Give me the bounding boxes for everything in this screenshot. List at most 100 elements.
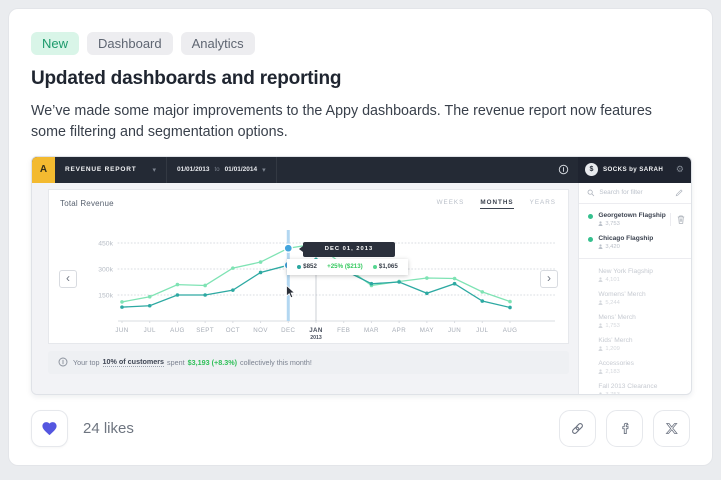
tooltip-value-a: $852 [303, 263, 317, 270]
series-mint-dot [373, 265, 377, 269]
chevron-down-icon: ▾ [152, 166, 156, 174]
svg-text:150k: 150k [98, 292, 113, 299]
pencil-icon[interactable] [675, 189, 683, 197]
svg-text:300k: 300k [98, 266, 113, 273]
person-icon [598, 221, 603, 226]
store-metric: 3,753 [598, 221, 665, 227]
svg-text:OCT: OCT [226, 327, 240, 334]
person-icon [598, 323, 603, 328]
series-teal-dot [297, 265, 301, 269]
person-icon [598, 346, 603, 351]
chart-prev-button[interactable]: ‹ [59, 270, 77, 288]
share-x-button[interactable] [653, 410, 690, 447]
search-icon [587, 189, 595, 197]
post-body: We’ve made some major improvements to th… [31, 101, 690, 144]
gear-icon[interactable]: ⚙ [676, 165, 684, 174]
active-dot [588, 237, 593, 242]
banner-prefix: Your top [73, 358, 100, 367]
svg-text:2013: 2013 [310, 335, 322, 341]
store-list-item[interactable]: Mens’ Merch 1,753 [579, 310, 691, 333]
info-icon [58, 357, 68, 367]
trash-icon[interactable] [670, 213, 685, 226]
store-list-item[interactable]: Womens’ Merch 5,244 [579, 287, 691, 310]
share-buttons [559, 410, 690, 447]
like-button[interactable] [31, 410, 68, 447]
svg-text:SEPT: SEPT [196, 327, 214, 334]
store-metric: 5,244 [598, 300, 645, 306]
banner-suffix: collectively this month! [240, 358, 312, 367]
store-name: Mens’ Merch [598, 314, 636, 321]
svg-text:FEB: FEB [337, 327, 350, 334]
active-dot [588, 214, 593, 219]
search-placeholder: Search for filter [599, 189, 671, 196]
dashboard-screenshot: A REVENUE REPORT ▾ 01/01/2013 to 01/01/2… [31, 156, 692, 395]
person-icon [598, 300, 603, 305]
date-connector: to [215, 167, 220, 173]
date-start: 01/01/2013 [177, 166, 210, 173]
tag-list: New Dashboard Analytics [31, 32, 690, 55]
svg-text:JUN: JUN [115, 327, 128, 334]
store-name: Chicago Flagship [598, 235, 653, 242]
dashboard-main: Total Revenue WEEKSMONTHSYEARS 450k300k1… [32, 183, 578, 395]
dashboard-navbar: A REVENUE REPORT ▾ 01/01/2013 to 01/01/2… [32, 157, 691, 183]
store-metric: 1,209 [598, 346, 632, 352]
tag-pill[interactable]: Analytics [181, 32, 255, 55]
store-list-item[interactable]: Fall 2013 Clearance 3,753 [579, 379, 691, 395]
insight-banner: Your top 10% of customers spent $3,193 (… [48, 351, 569, 374]
app-logo[interactable]: A [32, 157, 55, 183]
store-metric: 3,753 [598, 392, 657, 395]
store-name: Georgetown Flagship [598, 212, 665, 219]
facebook-icon [617, 420, 633, 436]
svg-text:MAY: MAY [420, 327, 434, 334]
store-list-item[interactable]: Chicago Flagship 3,420 [579, 231, 691, 254]
tooltip-date: DEC 01, 2013 [325, 246, 373, 252]
store-name: Womens’ Merch [598, 291, 645, 298]
banner-highlight: 10% of customers [103, 357, 165, 367]
chart-tooltip: DEC 01, 2013 [303, 242, 395, 257]
svg-text:AUG: AUG [503, 327, 518, 334]
info-icon[interactable] [558, 164, 569, 175]
link-icon [569, 420, 586, 437]
tag-pill[interactable]: Dashboard [87, 32, 173, 55]
filters-sidebar: Search for filter Georgetown Flagship 3,7… [578, 183, 691, 395]
store-metric: 4,101 [598, 277, 653, 283]
date-range-selector[interactable]: 01/01/2013 to 01/01/2014 ▾ [167, 157, 277, 183]
store-metric: 3,420 [598, 244, 653, 250]
chevron-down-icon: ▾ [262, 166, 266, 174]
svg-text:DEC: DEC [281, 327, 295, 334]
store-list-item[interactable]: New York Flagship 4,101 [579, 264, 691, 287]
store-list-item[interactable]: Georgetown Flagship 3,753 [579, 208, 691, 231]
report-selector[interactable]: REVENUE REPORT ▾ [55, 157, 167, 183]
store-list: Georgetown Flagship 3,753 Chicago Flagship… [579, 204, 691, 395]
chart-tooltip-values: $852 +25% ($213) $1,065 [287, 259, 408, 275]
store-name: Accessories [598, 360, 634, 367]
brand-header: $ SOCKS by SARAH ⚙ [578, 157, 691, 183]
tooltip-delta: +25% ($213) [327, 263, 363, 270]
store-name: Kids’ Merch [598, 337, 632, 344]
svg-text:AUG: AUG [170, 327, 185, 334]
store-metric: 1,753 [598, 323, 636, 329]
mouse-cursor [286, 285, 296, 299]
person-icon [598, 277, 603, 282]
svg-text:NOV: NOV [253, 327, 268, 334]
svg-text:APR: APR [392, 327, 406, 334]
date-end: 01/01/2014 [225, 166, 258, 173]
brand-name: SOCKS by SARAH [603, 166, 671, 173]
changelog-card: New Dashboard Analytics Updated dashboards… [8, 8, 713, 466]
tag-pill[interactable]: New [31, 32, 79, 55]
banner-middle: spent [167, 358, 185, 367]
svg-text:JUN: JUN [448, 327, 461, 334]
store-name: Fall 2013 Clearance [598, 383, 657, 390]
post-title: Updated dashboards and reporting [31, 68, 690, 90]
store-list-item[interactable]: Kids’ Merch 1,209 [579, 333, 691, 356]
chart-next-button[interactable]: › [540, 270, 558, 288]
share-facebook-button[interactable] [606, 410, 643, 447]
store-name: New York Flagship [598, 268, 653, 275]
tooltip-value-b: $1,065 [379, 263, 398, 270]
filter-search[interactable]: Search for filter [579, 183, 691, 204]
copy-link-button[interactable] [559, 410, 596, 447]
store-list-item[interactable]: Accessories2,183 [579, 356, 691, 379]
svg-text:450k: 450k [98, 240, 113, 247]
brand-logo: $ [585, 163, 598, 176]
report-name: REVENUE REPORT [65, 166, 137, 173]
